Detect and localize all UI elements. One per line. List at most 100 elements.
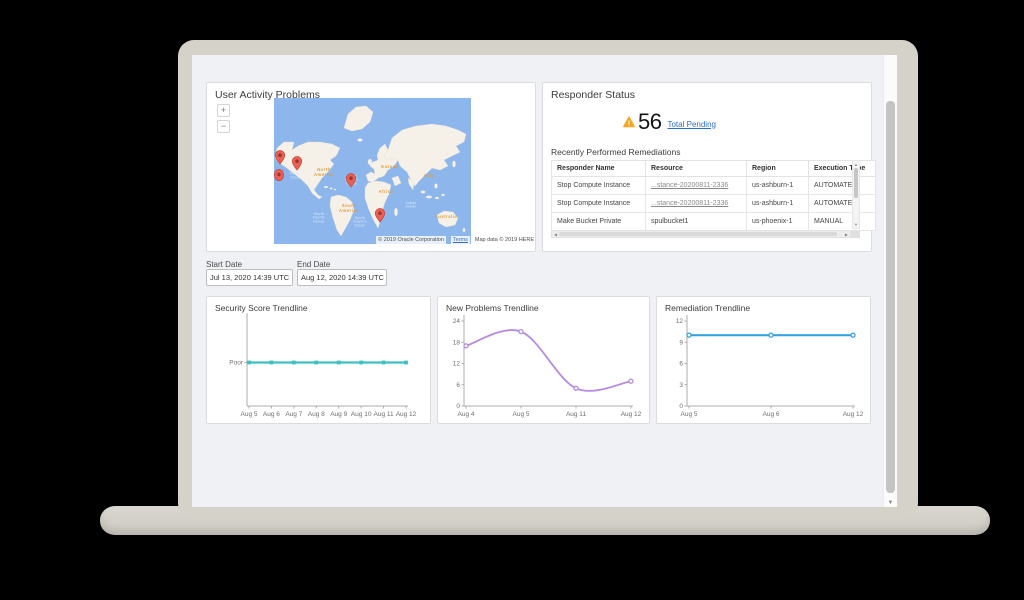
data-point-marker [574, 386, 578, 390]
scroll-down-arrow-icon[interactable]: ▼ [853, 222, 859, 227]
data-point-marker [687, 333, 691, 337]
map-cluster-marker[interactable] [274, 169, 283, 180]
scroll-left-arrow-icon[interactable]: ◀ [554, 231, 557, 238]
trend-line [466, 330, 631, 391]
map-copyright: © 2019 Oracle Corporation [376, 236, 446, 244]
map-zoom-out-button[interactable]: − [217, 120, 230, 133]
total-pending-link[interactable]: Total Pending [667, 120, 715, 129]
continent-label: SouthAmerica [339, 203, 359, 213]
scroll-up-arrow-icon[interactable]: ▲ [853, 162, 859, 167]
map-data-credit: Map data © 2019 HERE [475, 237, 534, 243]
panel-title-responder-status: Responder Status [551, 89, 635, 101]
start-date-label: Start Date [206, 260, 242, 269]
x-tick-label: Aug 12 [621, 411, 642, 418]
scroll-right-arrow-icon[interactable]: ▶ [845, 231, 848, 238]
table-row[interactable]: Stop Compute Instance...stance-20200811-… [552, 177, 876, 195]
map-zoom-in-button[interactable]: + [217, 104, 230, 117]
ocean-label: SouthAtlanticOcean [353, 216, 367, 227]
table-cell-execution: AUTOMATED [809, 177, 876, 195]
page-scrollbar[interactable]: ▼ [883, 55, 897, 507]
x-tick-label: Aug 5 [513, 411, 530, 418]
map-terms-link[interactable]: Terms [451, 236, 470, 244]
new-problems-chart: 06121824Aug 4Aug 5Aug 11Aug 12 [438, 297, 651, 425]
page: User Activity Problems + − [0, 0, 1024, 600]
table-cell-region: us-ashburn-1 [747, 177, 809, 195]
y-tick-label: 12 [453, 361, 461, 368]
user-activity-problems-panel: User Activity Problems + − [206, 82, 536, 252]
responder-status-panel: Responder Status ! 56 Total Pending Rece… [542, 82, 872, 252]
remediations-caption: Recently Performed Remediations [551, 147, 680, 157]
table-vscroll-thumb[interactable] [854, 168, 858, 198]
x-tick-label: Aug 12 [396, 411, 417, 418]
end-date-value: Aug 12, 2020 14:39 UTC [301, 273, 384, 282]
table-cell-resource[interactable]: ...stance-20200811-2336 [646, 177, 747, 195]
table-row[interactable]: Make Bucket Privatespulbucket1us-phoenix… [552, 213, 876, 231]
data-point-marker [464, 344, 468, 348]
table-cell-execution: AUTOMATED [809, 195, 876, 213]
data-point-marker [851, 333, 855, 337]
x-tick-label: Aug 4 [458, 411, 475, 418]
table-cell-responder: Make Bucket Private [552, 213, 646, 231]
ocean-label: IndianOcean [405, 201, 416, 209]
data-point-marker [359, 361, 363, 365]
table-cell-resource[interactable]: ...stance-20200811-2336 [646, 195, 747, 213]
world-map[interactable]: NorthAmericaSouthAmericaEuropeAfricaAsia… [274, 98, 471, 244]
data-point-marker [404, 361, 408, 365]
remediations-table-wrap: Responder NameResourceRegionExecution Ty… [551, 160, 860, 239]
table-cell-responder: Stop Compute Instance [552, 177, 646, 195]
data-point-marker [382, 361, 386, 365]
table-row[interactable]: Stop Compute Instance...stance-20200811-… [552, 195, 876, 213]
start-date-input[interactable]: Jul 13, 2020 14:39 UTC [206, 269, 293, 286]
table-horizontal-scrollbar[interactable]: ◀ ▶ [551, 230, 851, 238]
new-problems-trendline-panel: New Problems Trendline 06121824Aug 4Aug … [437, 296, 650, 424]
table-cell-execution: MANUAL [809, 213, 876, 231]
table-hscroll-thumb[interactable] [559, 232, 837, 236]
data-point-marker [292, 361, 296, 365]
continent-label: Australia [435, 214, 458, 219]
pending-summary: ! 56 Total Pending [623, 109, 716, 135]
table-header-execution-type: Execution Type [809, 161, 876, 177]
x-tick-label: Aug 9 [330, 411, 347, 418]
y-tick-label: 18 [453, 339, 461, 346]
end-date-input[interactable]: Aug 12, 2020 14:39 UTC [297, 269, 387, 286]
data-point-marker [337, 361, 341, 365]
x-tick-label: Aug 6 [763, 411, 780, 418]
x-tick-label: Aug 5 [241, 411, 258, 418]
dashboard: User Activity Problems + − [192, 55, 884, 507]
remediation-trendline-panel: Remediation Trendline 036912Aug 5Aug 6Au… [656, 296, 871, 424]
y-tick-label: 3 [679, 382, 683, 389]
map-attribution: © 2019 Oracle Corporation Terms Map data… [207, 236, 534, 244]
y-tick-label: 0 [679, 403, 683, 410]
map-zoom-controls: + − [217, 104, 230, 136]
ocean-label: SouthPacificOcean [313, 212, 325, 223]
table-cell-region: us-phoenix-1 [747, 213, 809, 231]
page-scroll-down-icon[interactable]: ▼ [884, 500, 897, 506]
data-point-marker [314, 361, 318, 365]
x-tick-label: Aug 11 [566, 411, 587, 418]
y-tick-label: 24 [453, 318, 461, 325]
y-tick-label: 12 [676, 318, 684, 325]
x-tick-label: Aug 7 [285, 411, 302, 418]
y-tick-label: 9 [679, 339, 683, 346]
browser-viewport: User Activity Problems + − [192, 55, 897, 507]
x-tick-label: Aug 10 [351, 411, 372, 418]
data-point-marker [270, 361, 274, 365]
continent-label: Africa [379, 189, 394, 194]
x-tick-label: Aug 11 [374, 411, 395, 418]
table-header-responder-name: Responder Name [552, 161, 646, 177]
world-map-svg: NorthAmericaSouthAmericaEuropeAfricaAsia… [274, 98, 471, 244]
x-tick-label: Aug 5 [681, 411, 698, 418]
security-score-chart: PoorAug 5Aug 6Aug 7Aug 8Aug 9Aug 10Aug 1… [207, 297, 432, 425]
y-tick-label: 6 [679, 361, 683, 368]
y-tick-label: Poor [229, 360, 244, 367]
data-point-marker [519, 330, 523, 334]
security-score-trendline-panel: Security Score Trendline PoorAug 5Aug 6A… [206, 296, 431, 424]
y-tick-label: 6 [456, 382, 460, 389]
table-header-resource: Resource [646, 161, 747, 177]
table-cell-resource: spulbucket1 [646, 213, 747, 231]
continent-label: Asia [424, 173, 435, 178]
page-scrollbar-thumb[interactable] [886, 101, 895, 493]
table-vertical-scrollbar[interactable]: ▲ ▼ [852, 160, 860, 229]
pending-count: 56 [638, 109, 661, 135]
ocean-label: NorthPacificOcean [290, 168, 302, 179]
